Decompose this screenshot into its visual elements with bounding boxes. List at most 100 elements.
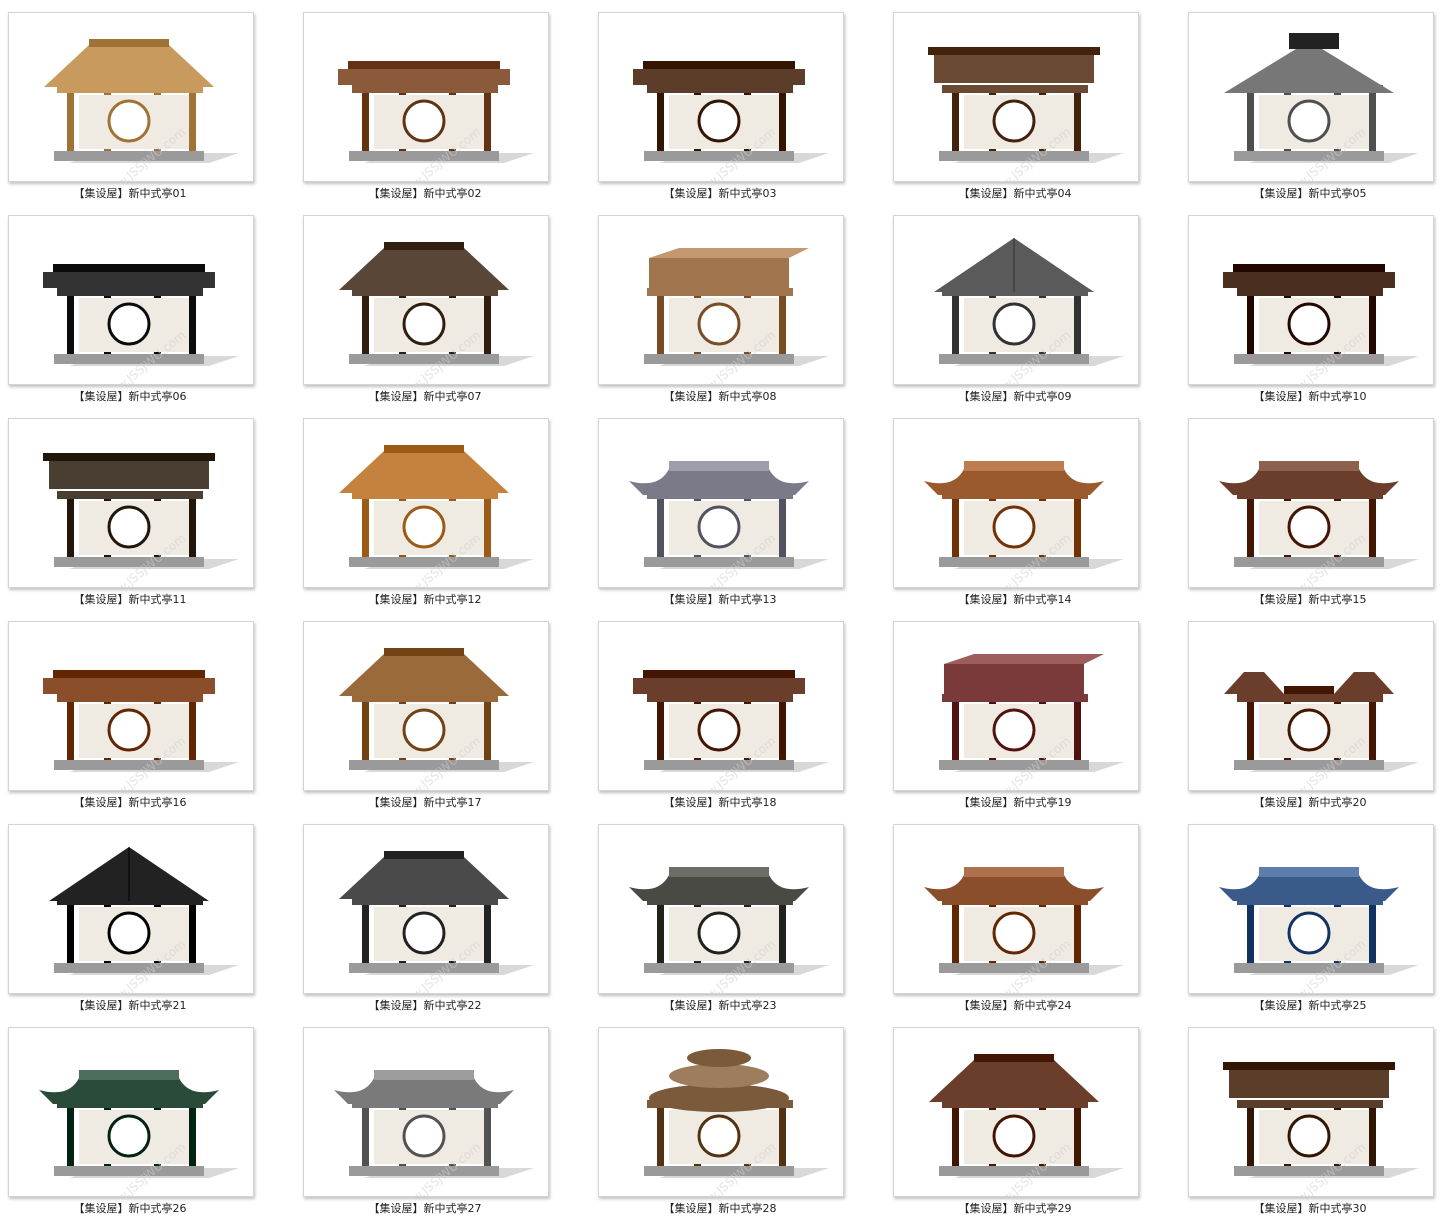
thumbnail-caption[interactable]: 【集设屋】新中式亭19	[893, 794, 1137, 810]
pavilion-drawing: www.JSSJWU.com	[1223, 1062, 1419, 1196]
pavilion-thumbnail[interactable]: www.JSSJWU.com	[1188, 215, 1434, 385]
pavilion-drawing: www.JSSJWU.com	[629, 867, 829, 993]
thumbnail-caption[interactable]: 【集设屋】新中式亭09	[893, 388, 1137, 404]
pavilion-image: www.JSSJWU.com	[39, 1070, 239, 1196]
pavilion-thumbnail[interactable]: www.JSSJWU.com	[303, 418, 549, 588]
pavilion-image: www.JSSJWU.com	[339, 445, 534, 587]
pavilion-drawing: www.JSSJWU.com	[339, 648, 534, 790]
thumbnail-caption[interactable]: 【集设屋】新中式亭14	[893, 591, 1137, 607]
thumbnail-caption[interactable]: 【集设屋】新中式亭18	[598, 794, 842, 810]
pavilion-thumbnail[interactable]: www.JSSJWU.com	[598, 824, 844, 994]
pavilion-thumbnail[interactable]: www.JSSJWU.com	[8, 215, 254, 385]
pavilion-thumbnail[interactable]: www.JSSJWU.com	[303, 215, 549, 385]
pavilion-thumbnail[interactable]: www.JSSJWU.com	[1188, 621, 1434, 791]
thumbnail-caption[interactable]: 【集设屋】新中式亭29	[893, 1200, 1137, 1216]
thumbnail-item: www.JSSJWU.com 【集设屋】新中式亭25	[1180, 812, 1450, 1015]
pavilion-thumbnail[interactable]: www.JSSJWU.com	[303, 621, 549, 791]
thumbnail-item: www.JSSJWU.com 【集设屋】新中式亭11	[0, 406, 295, 609]
pavilion-drawing: www.JSSJWU.com	[1224, 672, 1419, 790]
thumbnail-caption[interactable]: 【集设屋】新中式亭01	[8, 185, 252, 201]
pavilion-thumbnail[interactable]: www.JSSJWU.com	[8, 12, 254, 182]
pavilion-thumbnail[interactable]: www.JSSJWU.com	[893, 418, 1139, 588]
pavilion-thumbnail[interactable]: www.JSSJWU.com	[893, 1027, 1139, 1197]
pavilion-image: www.JSSJWU.com	[49, 847, 239, 993]
pavilion-thumbnail[interactable]: www.JSSJWU.com	[598, 1027, 844, 1197]
pavilion-drawing: www.JSSJWU.com	[334, 1070, 534, 1196]
pavilion-image: www.JSSJWU.com	[629, 461, 829, 587]
pavilion-drawing: www.JSSJWU.com	[633, 61, 829, 181]
pavilion-thumbnail[interactable]: www.JSSJWU.com	[893, 215, 1139, 385]
pavilion-thumbnail[interactable]: www.JSSJWU.com	[598, 621, 844, 791]
pavilion-image: www.JSSJWU.com	[43, 264, 239, 384]
pavilion-thumbnail[interactable]: www.JSSJWU.com	[8, 418, 254, 588]
pavilion-thumbnail[interactable]: www.JSSJWU.com	[303, 824, 549, 994]
thumbnail-item: www.JSSJWU.com 【集设屋】新中式亭21	[0, 812, 295, 1015]
pavilion-thumbnail[interactable]: www.JSSJWU.com	[8, 1027, 254, 1197]
thumbnail-caption[interactable]: 【集设屋】新中式亭05	[1188, 185, 1432, 201]
pavilion-image: www.JSSJWU.com	[339, 648, 534, 790]
thumbnail-caption[interactable]: 【集设屋】新中式亭04	[893, 185, 1137, 201]
thumbnail-item: www.JSSJWU.com 【集设屋】新中式亭19	[885, 609, 1180, 812]
pavilion-image: www.JSSJWU.com	[1224, 672, 1419, 790]
pavilion-drawing: www.JSSJWU.com	[39, 1070, 239, 1196]
pavilion-thumbnail[interactable]: www.JSSJWU.com	[303, 12, 549, 182]
thumbnail-caption[interactable]: 【集设屋】新中式亭08	[598, 388, 842, 404]
pavilion-image: www.JSSJWU.com	[339, 242, 534, 384]
pavilion-thumbnail[interactable]: www.JSSJWU.com	[893, 621, 1139, 791]
pavilion-drawing: www.JSSJWU.com	[928, 47, 1124, 181]
pavilion-thumbnail[interactable]: www.JSSJWU.com	[893, 12, 1139, 182]
thumbnail-caption[interactable]: 【集设屋】新中式亭27	[303, 1200, 547, 1216]
pavilion-drawing: www.JSSJWU.com	[49, 847, 239, 993]
pavilion-drawing: www.JSSJWU.com	[1224, 33, 1419, 181]
thumbnail-caption[interactable]: 【集设屋】新中式亭11	[8, 591, 252, 607]
thumbnail-caption[interactable]: 【集设屋】新中式亭25	[1188, 997, 1432, 1013]
thumbnail-caption[interactable]: 【集设屋】新中式亭12	[303, 591, 547, 607]
pavilion-thumbnail[interactable]: www.JSSJWU.com	[303, 1027, 549, 1197]
thumbnail-caption[interactable]: 【集设屋】新中式亭16	[8, 794, 252, 810]
pavilion-thumbnail[interactable]: www.JSSJWU.com	[8, 621, 254, 791]
pavilion-thumbnail[interactable]: www.JSSJWU.com	[598, 215, 844, 385]
pavilion-drawing: www.JSSJWU.com	[339, 445, 534, 587]
pavilion-thumbnail[interactable]: www.JSSJWU.com	[1188, 824, 1434, 994]
pavilion-thumbnail[interactable]: www.JSSJWU.com	[598, 418, 844, 588]
pavilion-thumbnail[interactable]: www.JSSJWU.com	[8, 824, 254, 994]
pavilion-image: www.JSSJWU.com	[633, 670, 829, 790]
pavilion-drawing: www.JSSJWU.com	[629, 461, 829, 587]
thumbnail-item: www.JSSJWU.com 【集设屋】新中式亭03	[590, 0, 885, 203]
thumbnail-caption[interactable]: 【集设屋】新中式亭28	[598, 1200, 842, 1216]
thumbnail-item: www.JSSJWU.com 【集设屋】新中式亭01	[0, 0, 295, 203]
pavilion-drawing: www.JSSJWU.com	[644, 1049, 829, 1196]
thumbnail-caption[interactable]: 【集设屋】新中式亭23	[598, 997, 842, 1013]
thumbnail-item: www.JSSJWU.com 【集设屋】新中式亭04	[885, 0, 1180, 203]
pavilion-image: www.JSSJWU.com	[629, 867, 829, 993]
thumbnail-caption[interactable]: 【集设屋】新中式亭26	[8, 1200, 252, 1216]
pavilion-thumbnail[interactable]: www.JSSJWU.com	[1188, 1027, 1434, 1197]
thumbnail-item: www.JSSJWU.com 【集设屋】新中式亭09	[885, 203, 1180, 406]
thumbnail-caption[interactable]: 【集设屋】新中式亭10	[1188, 388, 1432, 404]
pavilion-drawing: www.JSSJWU.com	[338, 61, 534, 181]
pavilion-thumbnail[interactable]: www.JSSJWU.com	[893, 824, 1139, 994]
pavilion-drawing: www.JSSJWU.com	[644, 248, 829, 384]
thumbnail-caption[interactable]: 【集设屋】新中式亭17	[303, 794, 547, 810]
pavilion-thumbnail[interactable]: www.JSSJWU.com	[1188, 418, 1434, 588]
pavilion-thumbnail[interactable]: www.JSSJWU.com	[1188, 12, 1434, 182]
pavilion-image: www.JSSJWU.com	[43, 453, 239, 587]
pavilion-image: www.JSSJWU.com	[633, 61, 829, 181]
thumbnail-caption[interactable]: 【集设屋】新中式亭06	[8, 388, 252, 404]
thumbnail-caption[interactable]: 【集设屋】新中式亭20	[1188, 794, 1432, 810]
thumbnail-item: www.JSSJWU.com 【集设屋】新中式亭30	[1180, 1015, 1450, 1218]
thumbnail-caption[interactable]: 【集设屋】新中式亭24	[893, 997, 1137, 1013]
thumbnail-caption[interactable]: 【集设屋】新中式亭03	[598, 185, 842, 201]
pavilion-image: www.JSSJWU.com	[924, 461, 1124, 587]
thumbnail-caption[interactable]: 【集设屋】新中式亭15	[1188, 591, 1432, 607]
pavilion-thumbnail[interactable]: www.JSSJWU.com	[598, 12, 844, 182]
thumbnail-item: www.JSSJWU.com 【集设屋】新中式亭28	[590, 1015, 885, 1218]
thumbnail-caption[interactable]: 【集设屋】新中式亭30	[1188, 1200, 1432, 1216]
thumbnail-item: www.JSSJWU.com 【集设屋】新中式亭10	[1180, 203, 1450, 406]
thumbnail-caption[interactable]: 【集设屋】新中式亭13	[598, 591, 842, 607]
thumbnail-caption[interactable]: 【集设屋】新中式亭22	[303, 997, 547, 1013]
thumbnail-caption[interactable]: 【集设屋】新中式亭02	[303, 185, 547, 201]
thumbnail-caption[interactable]: 【集设屋】新中式亭07	[303, 388, 547, 404]
thumbnail-caption[interactable]: 【集设屋】新中式亭21	[8, 997, 252, 1013]
pavilion-drawing: www.JSSJWU.com	[924, 867, 1124, 993]
